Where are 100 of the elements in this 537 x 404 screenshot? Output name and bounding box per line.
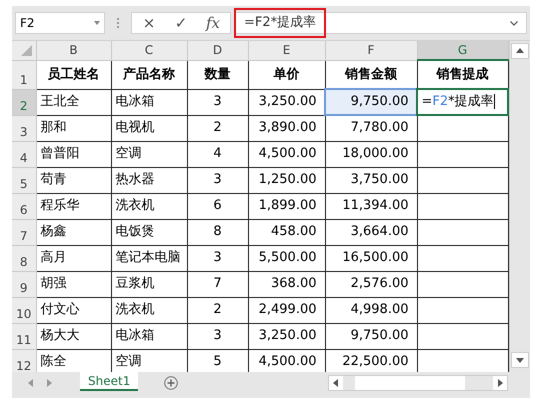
table-cell[interactable]: 3,664.00 <box>325 219 417 245</box>
editing-cell[interactable]: =F2*提成率 <box>417 89 508 115</box>
table-cell[interactable]: 9,750.00 <box>325 89 417 115</box>
scroll-up-icon[interactable] <box>514 46 525 56</box>
table-cell[interactable] <box>417 219 508 245</box>
row-header[interactable]: 11 <box>12 323 36 349</box>
table-cell[interactable]: 1,899.00 <box>248 193 325 219</box>
table-cell[interactable] <box>417 193 508 219</box>
table-cell[interactable]: 2,576.00 <box>325 271 417 297</box>
header-cell[interactable]: 单价 <box>248 60 325 89</box>
table-cell[interactable]: 5,500.00 <box>248 245 325 271</box>
scroll-right-icon[interactable] <box>495 378 505 388</box>
table-cell[interactable]: 1,250.00 <box>248 167 325 193</box>
table-cell[interactable]: 3 <box>187 323 248 349</box>
table-cell[interactable]: 苟青 <box>36 167 111 193</box>
table-cell[interactable]: 3 <box>187 89 248 115</box>
table-cell[interactable]: 程乐华 <box>36 193 111 219</box>
row-header[interactable]: 7 <box>12 219 36 245</box>
table-cell[interactable]: 豆浆机 <box>111 271 187 297</box>
table-cell[interactable] <box>417 297 508 323</box>
scroll-left-icon[interactable] <box>331 378 341 388</box>
table-cell[interactable]: 胡强 <box>36 271 111 297</box>
table-cell[interactable]: 高月 <box>36 245 111 271</box>
table-cell[interactable]: 王北全 <box>36 89 111 115</box>
drag-handle-icon[interactable] <box>117 18 119 28</box>
cancel-button[interactable]: × <box>140 12 158 34</box>
header-cell[interactable]: 产品名称 <box>111 60 187 89</box>
enter-button[interactable]: ✓ <box>172 12 190 34</box>
header-cell[interactable]: 数量 <box>187 60 248 89</box>
table-cell[interactable]: 7,780.00 <box>325 115 417 141</box>
column-header[interactable]: E <box>248 41 325 60</box>
column-header[interactable]: C <box>111 41 187 60</box>
table-cell[interactable]: 16,500.00 <box>325 245 417 271</box>
row-header[interactable]: 5 <box>12 167 36 193</box>
column-header[interactable]: G <box>417 41 508 60</box>
table-cell[interactable]: 那和 <box>36 115 111 141</box>
table-cell[interactable]: 杨大大 <box>36 323 111 349</box>
insert-function-button[interactable]: fx <box>204 12 222 34</box>
vertical-scrollbar[interactable] <box>508 41 530 372</box>
table-cell[interactable]: 电冰箱 <box>111 89 187 115</box>
table-cell[interactable]: 4 <box>187 141 248 167</box>
table-cell[interactable]: 笔记本电脑 <box>111 245 187 271</box>
table-cell[interactable]: 4,500.00 <box>248 141 325 167</box>
table-cell[interactable]: 4,500.00 <box>248 349 325 372</box>
table-cell[interactable]: 5 <box>187 349 248 372</box>
row-header[interactable]: 9 <box>12 271 36 297</box>
table-cell[interactable]: 曾普阳 <box>36 141 111 167</box>
table-cell[interactable]: 电冰箱 <box>111 323 187 349</box>
table-cell[interactable]: 458.00 <box>248 219 325 245</box>
table-cell[interactable]: 8 <box>187 219 248 245</box>
table-cell[interactable]: 3,890.00 <box>248 115 325 141</box>
row-header[interactable]: 1 <box>12 60 36 89</box>
table-cell[interactable]: 18,000.00 <box>325 141 417 167</box>
table-cell[interactable]: 洗衣机 <box>111 193 187 219</box>
row-header[interactable]: 4 <box>12 141 36 167</box>
table-cell[interactable]: 杨鑫 <box>36 219 111 245</box>
header-cell[interactable]: 销售提成 <box>417 60 508 89</box>
table-cell[interactable] <box>417 245 508 271</box>
name-box[interactable]: F2 <box>15 12 105 34</box>
row-header[interactable]: 3 <box>12 115 36 141</box>
table-cell[interactable]: 6 <box>187 193 248 219</box>
table-cell[interactable]: 电视机 <box>111 115 187 141</box>
table-cell[interactable]: 3,250.00 <box>248 323 325 349</box>
column-header[interactable]: D <box>187 41 248 60</box>
table-cell[interactable]: 4,998.00 <box>325 297 417 323</box>
table-cell[interactable]: 3 <box>187 167 248 193</box>
row-header[interactable]: 12 <box>12 349 36 372</box>
row-header[interactable]: 6 <box>12 193 36 219</box>
scroll-down-icon[interactable] <box>514 355 525 365</box>
table-cell[interactable]: 2 <box>187 297 248 323</box>
table-cell[interactable]: 3,750.00 <box>325 167 417 193</box>
row-header[interactable]: 8 <box>12 245 36 271</box>
table-cell[interactable]: 电饭煲 <box>111 219 187 245</box>
table-cell[interactable]: 368.00 <box>248 271 325 297</box>
table-cell[interactable] <box>417 323 508 349</box>
row-header[interactable]: 2 <box>12 89 36 115</box>
table-cell[interactable]: 洗衣机 <box>111 297 187 323</box>
table-cell[interactable]: 热水器 <box>111 167 187 193</box>
table-cell[interactable] <box>417 141 508 167</box>
header-cell[interactable]: 员工姓名 <box>36 60 111 89</box>
table-cell[interactable]: 2 <box>187 115 248 141</box>
table-cell[interactable]: 付文心 <box>36 297 111 323</box>
table-cell[interactable]: 2,499.00 <box>248 297 325 323</box>
sheet-tab[interactable]: Sheet1 <box>80 372 138 391</box>
horizontal-scrollbar[interactable] <box>328 375 508 391</box>
table-cell[interactable] <box>417 115 508 141</box>
expand-icon[interactable] <box>510 20 518 26</box>
column-header[interactable]: B <box>36 41 111 60</box>
scroll-thumb[interactable] <box>355 376 465 390</box>
table-cell[interactable] <box>417 271 508 297</box>
table-cell[interactable]: 3 <box>187 245 248 271</box>
add-sheet-icon[interactable] <box>164 376 178 390</box>
table-cell[interactable]: 11,394.00 <box>325 193 417 219</box>
table-cell[interactable]: 9,750.00 <box>325 323 417 349</box>
table-cell[interactable]: 7 <box>187 271 248 297</box>
row-header[interactable]: 10 <box>12 297 36 323</box>
dropdown-icon[interactable] <box>94 21 100 25</box>
table-cell[interactable] <box>417 167 508 193</box>
column-header[interactable]: F <box>325 41 417 60</box>
table-cell[interactable]: 空调 <box>111 141 187 167</box>
